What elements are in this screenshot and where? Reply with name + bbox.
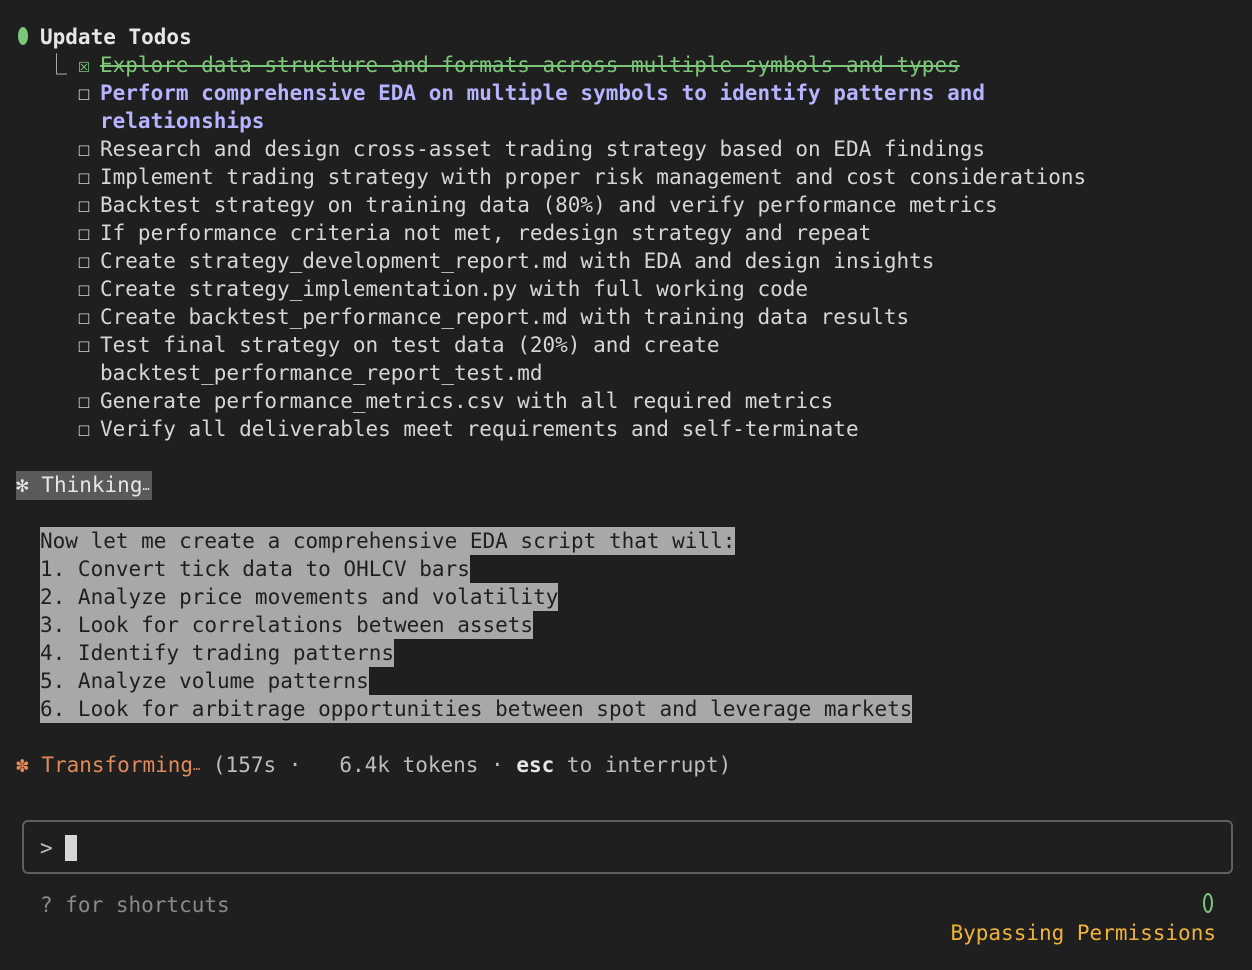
status-line: ✽ Transforming… (157s · 6.4k tokens · es… <box>16 751 731 780</box>
thinking-line: 3. Look for correlations between assets <box>40 611 534 639</box>
permission-mode: Bypassing Permissions <box>950 921 1216 945</box>
section-title: Update Todos <box>40 25 192 49</box>
todo-item-text: If performance criteria not met, redesig… <box>100 221 872 245</box>
checkbox-icon: ☐ <box>77 277 91 301</box>
thinking-indicator: ✻ Thinking… <box>16 471 152 500</box>
checked-box-icon: ☒ <box>77 53 91 77</box>
tree-branch-icon: ⎿ <box>46 53 67 77</box>
thinking-line: 2. Analyze price movements and volatilit… <box>40 583 559 611</box>
thinking-line: 6. Look for arbitrage opportunities betw… <box>40 695 913 723</box>
todo-item-text: Create strategy_development_report.md wi… <box>100 249 935 273</box>
thinking-label: Thinking <box>41 473 143 497</box>
checkbox-icon: ☐ <box>77 81 91 105</box>
text-cursor <box>65 835 77 861</box>
prompt-chevron-icon: > <box>40 836 53 860</box>
todo-item-text: backtest_performance_report_test.md <box>100 361 543 385</box>
todo-item-text: Backtest strategy on training data (80%)… <box>100 193 998 217</box>
todo-item-text: Create strategy_implementation.py with f… <box>100 277 809 301</box>
todo-item-text: Create backtest_performance_report.md wi… <box>100 305 910 329</box>
todo-item-text: Generate performance_metrics.csv with al… <box>100 389 834 413</box>
todo-item-text: Implement trading strategy with proper r… <box>100 165 1087 189</box>
thinking-line: 5. Analyze volume patterns <box>40 667 369 695</box>
checkbox-icon: ☐ <box>77 305 91 329</box>
checkbox-icon: ☐ <box>77 389 91 413</box>
thinking-line: 4. Identify trading patterns <box>40 639 395 667</box>
status-word: Transforming <box>41 753 194 777</box>
asterisk-icon: ✻ <box>16 473 29 497</box>
todo-item-text: Research and design cross-asset trading … <box>100 137 986 161</box>
checkbox-icon: ☐ <box>77 221 91 245</box>
thinking-line: Now let me create a comprehensive EDA sc… <box>40 527 736 555</box>
checkbox-icon: ☐ <box>77 165 91 189</box>
checkbox-icon: ☐ <box>77 193 91 217</box>
todo-item-text: Verify all deliverables meet requirement… <box>100 417 859 441</box>
todo-item-text: Perform comprehensive EDA on multiple sy… <box>100 81 986 105</box>
loading-spinner-icon <box>1203 893 1213 913</box>
checkbox-icon: ☐ <box>77 249 91 273</box>
checkbox-icon: ☐ <box>77 333 91 357</box>
status-meta: (157s · 6.4k tokens · <box>200 753 517 777</box>
ellipsis-icon: … <box>142 479 150 493</box>
interrupt-key: esc <box>516 753 555 777</box>
prompt-input[interactable]: > <box>22 820 1233 874</box>
status-bullet-icon <box>18 27 28 45</box>
thinking-line: 1. Convert tick data to OHLCV bars <box>40 555 470 583</box>
spinner-star-icon: ✽ <box>16 753 29 777</box>
todo-item-text: Test final strategy on test data (20%) a… <box>100 333 720 357</box>
checkbox-icon: ☐ <box>77 417 91 441</box>
todo-item-text: relationships <box>100 109 265 133</box>
checkbox-icon: ☐ <box>77 137 91 161</box>
interrupt-hint: to interrupt) <box>554 753 732 777</box>
todo-item-text: Explore data structure and formats acros… <box>100 53 960 77</box>
shortcuts-hint: ? for shortcuts <box>40 893 230 917</box>
